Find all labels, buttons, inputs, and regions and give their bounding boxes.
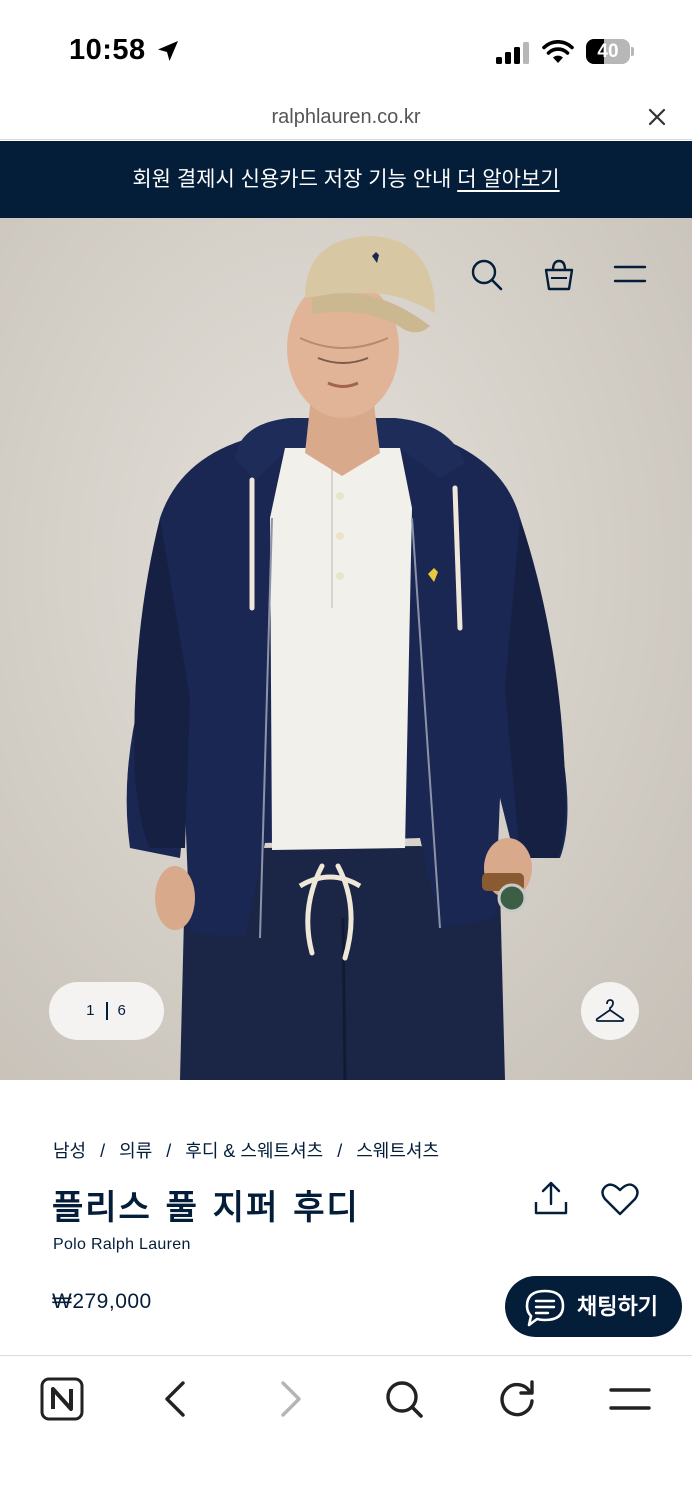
product-photo [126,236,568,1080]
chat-button[interactable]: 채팅하기 [505,1276,682,1337]
chat-label: 채팅하기 [577,1294,658,1319]
battery-level: 40 [597,41,619,62]
product-brand: Polo Ralph Lauren [53,1236,191,1253]
location-arrow-icon [158,41,178,61]
url-bar[interactable]: ralphlauren.co.kr [0,96,692,140]
breadcrumb: 남성 / 의류 / 후디 & 스웨트셔츠 / 스웨트셔츠 [53,1137,439,1163]
promo-banner: 회원 결제시 신용카드 저장 기능 안내 더 알아보기 [0,141,692,218]
back-icon[interactable] [153,1376,199,1422]
browser-toolbar [0,1355,692,1500]
breadcrumb-item-clothing[interactable]: 의류 [119,1141,152,1161]
product-title: 플리스 풀 지퍼 후디 [52,1188,360,1228]
banner-learn-more-link[interactable]: 더 알아보기 [457,168,559,191]
url-text[interactable]: ralphlauren.co.kr [0,106,692,129]
product-price: ₩279,000 [52,1290,152,1313]
search-icon[interactable] [470,258,504,292]
search-icon[interactable] [381,1376,427,1422]
signal-icon [496,42,529,64]
hanger-icon [595,999,625,1022]
banner-text: 회원 결제시 신용카드 저장 기능 안내 [132,168,452,191]
chat-icon [525,1289,565,1327]
image-counter-current: 1 [86,1002,96,1019]
breadcrumb-item-sweatshirts[interactable]: 스웨트셔츠 [356,1141,439,1161]
image-counter: 16 [49,982,164,1040]
product-image-gallery[interactable]: 16 [0,218,692,1080]
menu-icon[interactable] [607,1376,653,1422]
shopping-bag-icon[interactable] [542,258,576,292]
image-counter-total: 6 [117,1002,127,1019]
breadcrumb-separator: / [166,1141,172,1161]
breadcrumb-item-men[interactable]: 남성 [53,1141,86,1161]
forward-icon[interactable] [267,1376,313,1422]
wifi-icon [542,40,574,63]
close-icon[interactable] [644,104,670,130]
menu-icon[interactable] [613,258,647,292]
breadcrumb-separator: / [337,1141,343,1161]
share-icon[interactable] [533,1180,569,1216]
heart-icon[interactable] [601,1182,639,1216]
naver-home-icon[interactable] [39,1376,85,1422]
reload-icon[interactable] [494,1376,540,1422]
breadcrumb-item-hoodies-sweatshirts[interactable]: 후디 & 스웨트셔츠 [185,1141,323,1161]
similar-styles-button[interactable] [581,982,639,1040]
status-time: 10:58 [69,34,146,66]
battery-icon: 40 [586,39,634,64]
status-bar: 10:58 40 [0,0,692,96]
breadcrumb-separator: / [100,1141,106,1161]
